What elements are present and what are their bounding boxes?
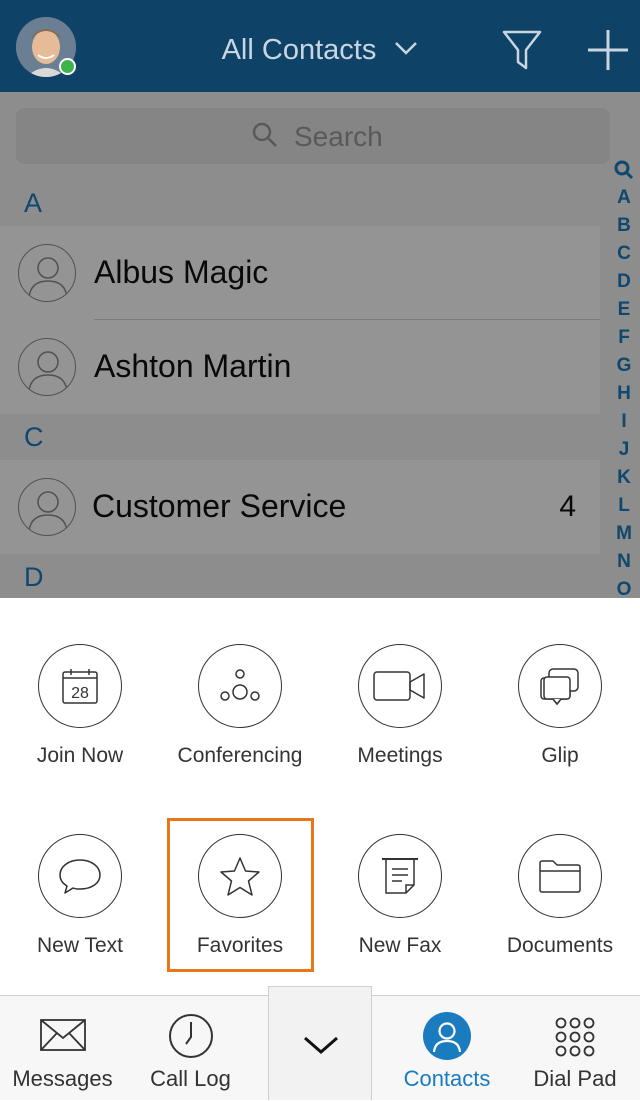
action-label: New Fax [358, 934, 442, 957]
action-join-now[interactable]: 28 Join Now [0, 644, 160, 768]
action-label: Meetings [357, 744, 443, 767]
conference-icon [198, 644, 282, 728]
fax-icon [358, 834, 442, 918]
dialpad-icon [554, 1016, 596, 1063]
collapse-sheet-button[interactable] [268, 986, 372, 1100]
action-sheet: 28 Join Now Conferencing Meetings Glip N… [0, 598, 640, 995]
plus-icon [586, 30, 630, 76]
chevron-down-icon [394, 30, 418, 63]
add-contact-button[interactable] [586, 28, 630, 72]
action-glip[interactable]: Glip [480, 644, 640, 768]
filter-button[interactable] [500, 28, 544, 72]
tab-call-log[interactable]: Call Log [128, 996, 253, 1101]
tab-contacts[interactable]: Contacts [384, 996, 510, 1101]
tab-messages[interactable]: Messages [0, 996, 125, 1101]
chevron-down-icon [303, 1035, 339, 1060]
action-meetings[interactable]: Meetings [320, 644, 480, 768]
top-nav-bar: All Contacts [0, 0, 640, 92]
action-label: Glip [541, 744, 579, 767]
tab-label: Contacts [403, 1066, 491, 1091]
chat-bubbles-icon [518, 644, 602, 728]
tab-label: Messages [12, 1066, 113, 1091]
tab-label: Dial Pad [533, 1066, 617, 1091]
speech-bubble-icon [38, 834, 122, 918]
action-new-fax[interactable]: New Fax [320, 834, 480, 958]
tab-dial-pad[interactable]: Dial Pad [512, 996, 638, 1101]
video-camera-icon [358, 644, 442, 728]
action-label: Documents [506, 934, 614, 957]
calendar-day: 28 [71, 685, 89, 702]
calendar-icon: 28 [38, 644, 122, 728]
dim-overlay[interactable] [0, 92, 640, 598]
person-icon [423, 1012, 471, 1065]
envelope-icon [39, 1018, 87, 1057]
action-label: Join Now [36, 744, 124, 767]
action-label: Conferencing [177, 744, 303, 767]
contacts-filter-dropdown[interactable]: All Contacts [0, 30, 640, 67]
action-new-text[interactable]: New Text [0, 834, 160, 958]
action-label: New Text [37, 934, 123, 957]
clock-icon [167, 1012, 215, 1065]
filter-icon [500, 30, 544, 76]
action-documents[interactable]: Documents [480, 834, 640, 958]
favorites-highlight-box [167, 818, 314, 972]
tab-label: Call Log [150, 1066, 231, 1091]
action-conferencing[interactable]: Conferencing [160, 644, 320, 768]
page-title: All Contacts [221, 34, 377, 66]
folder-icon [518, 834, 602, 918]
